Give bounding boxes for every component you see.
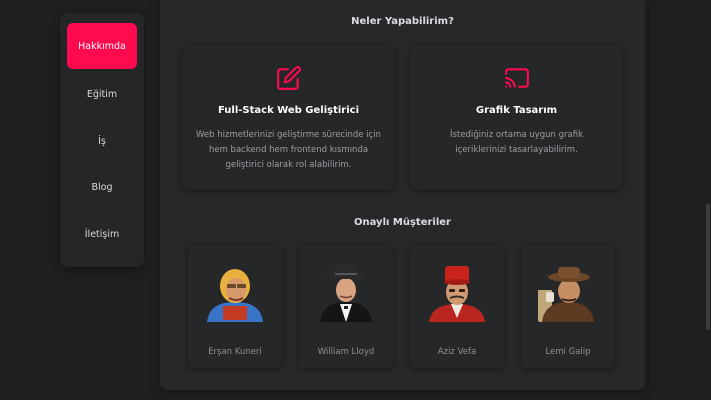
sidebar-item-blog[interactable]: Blog (67, 164, 137, 210)
sidebar-item-label: Eğitim (86, 88, 118, 100)
service-card-title: Grafik Tasarım (475, 105, 558, 116)
sidebar-item-egitim[interactable]: Eğitim (67, 71, 137, 117)
client-name: Lemi Galip (545, 347, 591, 357)
edit-icon (276, 65, 302, 91)
service-card-web: Full-Stack Web Geliştirici Web hizmetler… (182, 46, 395, 190)
client-photo (427, 262, 487, 322)
service-card-description: İstediğiniz ortama uygun grafik içerikle… (449, 130, 584, 155)
sidebar-item-label: İş (98, 135, 106, 147)
client-photo (316, 262, 376, 322)
sidebar-item-iletisim[interactable]: İletişim (67, 211, 137, 257)
services-title: Neler Yapabilirim? (351, 16, 454, 27)
sidebar-item-label: Blog (91, 181, 113, 193)
main-content: Neler Yapabilirim? Full-Stack Web Gelişt… (160, 0, 645, 390)
page-scrollbar[interactable] (706, 204, 710, 330)
client-photo (538, 262, 598, 322)
client-name: Erşan Kuneri (208, 347, 262, 357)
service-card-description: Web hizmetlerinizi geliştirme sürecinde … (196, 130, 381, 170)
sidebar-item-is[interactable]: İş (67, 118, 137, 164)
sidebar-item-label: Hakkımda (78, 40, 126, 52)
client-card: Lemi Galip (521, 246, 615, 368)
cast-icon (504, 65, 530, 91)
sidebar-item-label: İletişim (84, 228, 120, 240)
client-card: Erşan Kuneri (188, 246, 282, 368)
service-card-graphic: Grafik Tasarım İstediğiniz ortama uygun … (410, 46, 623, 190)
client-name: Aziz Vefa (437, 347, 477, 357)
sidebar-nav: Hakkımda Eğitim İş Blog İletişim (60, 13, 144, 267)
clients-title: Onaylı Müşteriler (353, 217, 451, 228)
client-card: Aziz Vefa (410, 246, 504, 368)
client-name: William Lloyd (317, 347, 375, 357)
client-card: William Lloyd (299, 246, 393, 368)
sidebar-item-hakkimda[interactable]: Hakkımda (67, 23, 137, 69)
client-photo (205, 262, 265, 322)
service-card-title: Full-Stack Web Geliştirici (217, 105, 360, 116)
